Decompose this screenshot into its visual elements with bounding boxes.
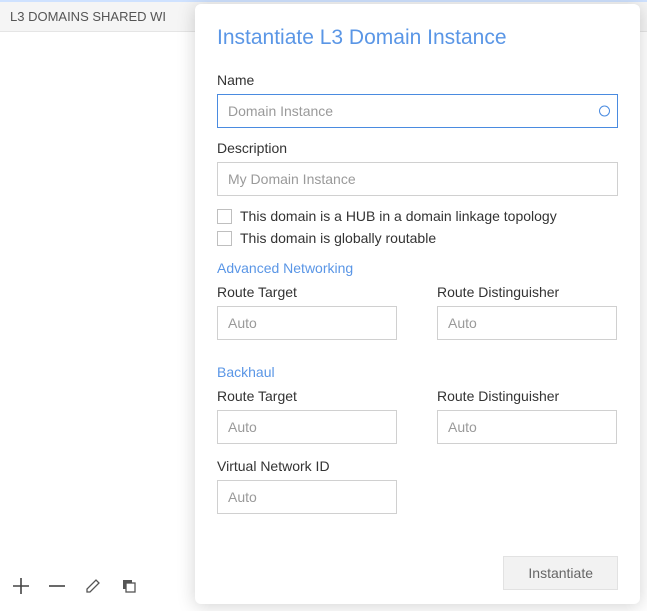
plus-icon <box>12 577 30 595</box>
description-label: Description <box>217 140 618 156</box>
instantiate-modal: Instantiate L3 Domain Instance Name Desc… <box>195 4 640 604</box>
vni-input[interactable] <box>217 480 397 514</box>
global-checkbox[interactable] <box>217 231 232 246</box>
instantiate-button[interactable]: Instantiate <box>503 556 618 590</box>
copy-icon <box>121 578 137 594</box>
bh-route-distinguisher-input[interactable] <box>437 410 617 444</box>
copy-button[interactable] <box>118 575 140 597</box>
vni-label: Virtual Network ID <box>217 458 397 474</box>
bh-route-target-input[interactable] <box>217 410 397 444</box>
description-input[interactable] <box>217 162 618 196</box>
hub-checkbox-label: This domain is a HUB in a domain linkage… <box>240 208 557 224</box>
hub-checkbox[interactable] <box>217 209 232 224</box>
clear-icon[interactable] <box>599 106 610 117</box>
name-input[interactable] <box>217 94 618 128</box>
edit-button[interactable] <box>82 575 104 597</box>
backhaul-heading: Backhaul <box>217 364 618 380</box>
name-label: Name <box>217 72 618 88</box>
adv-route-distinguisher-input[interactable] <box>437 306 617 340</box>
adv-route-target-label: Route Target <box>217 284 397 300</box>
modal-footer: Instantiate <box>217 542 618 590</box>
minus-icon <box>48 577 66 595</box>
adv-route-distinguisher-label: Route Distinguisher <box>437 284 617 300</box>
modal-body: Name Description This domain is a HUB in… <box>217 68 618 542</box>
advanced-networking-heading: Advanced Networking <box>217 260 618 276</box>
bh-route-target-label: Route Target <box>217 388 397 404</box>
add-button[interactable] <box>10 575 32 597</box>
adv-route-target-input[interactable] <box>217 306 397 340</box>
bh-route-distinguisher-label: Route Distinguisher <box>437 388 617 404</box>
bottom-toolbar <box>10 575 140 597</box>
remove-button[interactable] <box>46 575 68 597</box>
pencil-icon <box>85 578 101 594</box>
global-checkbox-label: This domain is globally routable <box>240 230 436 246</box>
modal-title: Instantiate L3 Domain Instance <box>217 26 618 50</box>
